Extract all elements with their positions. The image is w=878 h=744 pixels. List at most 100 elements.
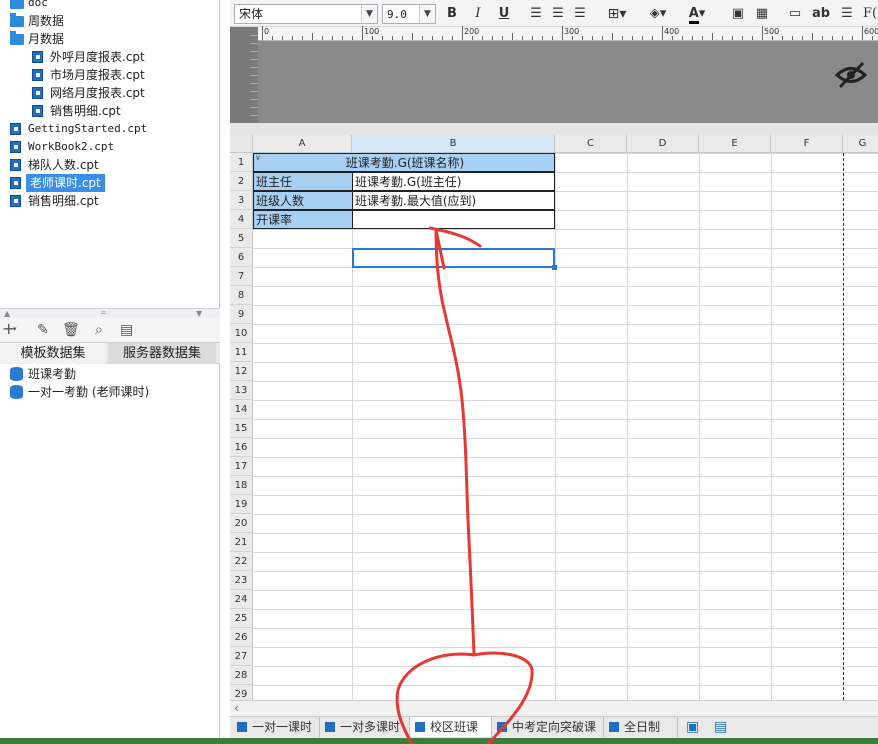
add-form-icon[interactable]: ▤	[714, 719, 727, 735]
preview-icon[interactable]: ⌕	[95, 322, 103, 338]
row-header[interactable]: 7	[230, 267, 253, 286]
row-header[interactable]: 1	[230, 153, 253, 172]
row-header[interactable]: 13	[230, 381, 253, 400]
column-header[interactable]: E	[699, 135, 771, 153]
ruler-tick	[250, 35, 258, 36]
scroll-left-icon[interactable]: ‹	[234, 701, 239, 715]
cell-a2[interactable]: 班主任	[253, 172, 353, 191]
row-header[interactable]: 26	[230, 628, 253, 647]
dropdown-arrow-icon[interactable]: ▾	[13, 325, 17, 333]
column-header[interactable]: G	[843, 135, 878, 153]
align-center-icon[interactable]: ☰	[550, 4, 566, 24]
row-header[interactable]: 6	[230, 248, 253, 267]
column-header[interactable]: C	[555, 135, 627, 153]
bold-button[interactable]: B	[444, 4, 460, 24]
sheet-tab[interactable]: 中考定向突破课	[492, 717, 604, 737]
column-header[interactable]: B	[352, 135, 555, 153]
row-header[interactable]: 9	[230, 305, 253, 324]
italic-button[interactable]: I	[470, 4, 486, 24]
cell-b2[interactable]: 班课考勤.G(班主任)	[352, 172, 555, 191]
row-header[interactable]: 12	[230, 362, 253, 381]
row-header[interactable]: 4	[230, 210, 253, 229]
cell-a4[interactable]: 开课率	[253, 210, 353, 229]
cell-a1-merged[interactable]: 班课考勤.G(班课名称)	[253, 153, 555, 172]
collapse-down-icon[interactable]: ▼	[196, 309, 202, 318]
ruler-tick	[250, 43, 258, 44]
chevron-down-icon[interactable]: ▼	[419, 5, 435, 23]
ruler-tick	[642, 36, 643, 40]
tree-item-label: 月数据	[28, 32, 65, 46]
cell-area[interactable]	[253, 153, 878, 700]
ruler-tick	[662, 26, 663, 40]
sheet-tab[interactable]: 一对多课时	[320, 717, 410, 737]
sheet-tab[interactable]: 全日制	[604, 717, 678, 737]
row-header[interactable]: 3	[230, 191, 253, 210]
align-left-icon[interactable]: ☰	[528, 4, 544, 24]
row-header[interactable]: 25	[230, 609, 253, 628]
row-header[interactable]: 27	[230, 647, 253, 666]
report-file-icon	[10, 141, 21, 153]
border-icon[interactable]: ⊞▾	[604, 4, 630, 24]
hide-eye-icon[interactable]	[834, 60, 868, 90]
merge-cells-icon[interactable]: ▣	[730, 4, 746, 24]
row-header[interactable]: 29	[230, 685, 253, 700]
row-header[interactable]: 5	[230, 229, 253, 248]
font-color-icon[interactable]: A▾	[682, 4, 712, 24]
tree-item-label: 梯队人数.cpt	[28, 158, 99, 172]
row-header[interactable]: 10	[230, 324, 253, 343]
row-header[interactable]: 17	[230, 457, 253, 476]
row-header[interactable]: 15	[230, 419, 253, 438]
align-right-icon[interactable]: ☰	[572, 4, 588, 24]
ruler-tick	[452, 36, 453, 40]
text-ab-button[interactable]: ab	[812, 4, 830, 24]
row-header[interactable]: 20	[230, 514, 253, 533]
indent-icon[interactable]: ☰	[838, 4, 856, 24]
wrap-icon[interactable]: ▭	[786, 4, 804, 24]
underline-button[interactable]: U	[496, 4, 512, 24]
row-header[interactable]: 21	[230, 533, 253, 552]
ruler-tick	[422, 36, 423, 40]
row-header[interactable]: 24	[230, 590, 253, 609]
row-header[interactable]: 14	[230, 400, 253, 419]
selected-cell-b6[interactable]	[352, 248, 557, 270]
grid-corner[interactable]	[230, 135, 253, 153]
ruler-tick	[602, 36, 603, 40]
ruler-tick	[682, 36, 683, 40]
delete-trash-icon[interactable]: 🗑	[62, 322, 80, 338]
row-header[interactable]: 18	[230, 476, 253, 495]
ruler-tick	[382, 36, 383, 40]
fill-color-icon[interactable]: ◈▾	[644, 4, 672, 24]
row-header[interactable]: 22	[230, 552, 253, 571]
collapse-up-icon[interactable]: ▲	[4, 309, 10, 318]
column-header[interactable]: D	[627, 135, 699, 153]
ruler-tick	[702, 36, 703, 40]
panel-splitter[interactable]: ▲ = ▼	[0, 308, 220, 318]
row-header[interactable]: 16	[230, 438, 253, 457]
row-header[interactable]: 28	[230, 666, 253, 685]
row-header[interactable]: 8	[230, 286, 253, 305]
horizontal-scrollbar[interactable]: ‹	[230, 700, 878, 716]
row-header[interactable]: 2	[230, 172, 253, 191]
row-header[interactable]: 11	[230, 343, 253, 362]
dataset-settings-icon[interactable]: ▤	[120, 322, 133, 338]
sheet-tab-active[interactable]: 校区班课	[410, 717, 492, 737]
column-header[interactable]: A	[253, 135, 352, 153]
font-family-select[interactable]: 宋体 ▼	[234, 4, 378, 24]
tab-server-dataset[interactable]: 服务器数据集	[108, 343, 216, 364]
column-header[interactable]: F	[771, 135, 843, 153]
designer-main: 宋体 ▼ 9.0 ▼ B I U ☰ ☰ ☰ ⊞▾ ◈▾ A▾ ▣ ▦ ▭ ab…	[230, 0, 878, 744]
cell-b4[interactable]	[352, 210, 555, 229]
formula-button[interactable]: F(	[862, 4, 878, 24]
split-cells-icon[interactable]: ▦	[754, 4, 770, 24]
sheet-tab[interactable]: 一对一课时	[232, 717, 320, 737]
add-sheet-icon[interactable]: ▣	[686, 719, 699, 735]
chevron-down-icon[interactable]: ▼	[361, 5, 377, 23]
cell-b3[interactable]: 班课考勤.最大值(应到)	[352, 191, 555, 210]
row-header[interactable]: 23	[230, 571, 253, 590]
tab-template-dataset[interactable]: 模板数据集	[0, 343, 106, 364]
ruler-tick	[852, 36, 853, 40]
font-size-select[interactable]: 9.0 ▼	[382, 4, 436, 24]
row-header[interactable]: 19	[230, 495, 253, 514]
edit-pencil-icon[interactable]: ✎	[37, 322, 49, 338]
cell-a3[interactable]: 班级人数	[253, 191, 353, 210]
